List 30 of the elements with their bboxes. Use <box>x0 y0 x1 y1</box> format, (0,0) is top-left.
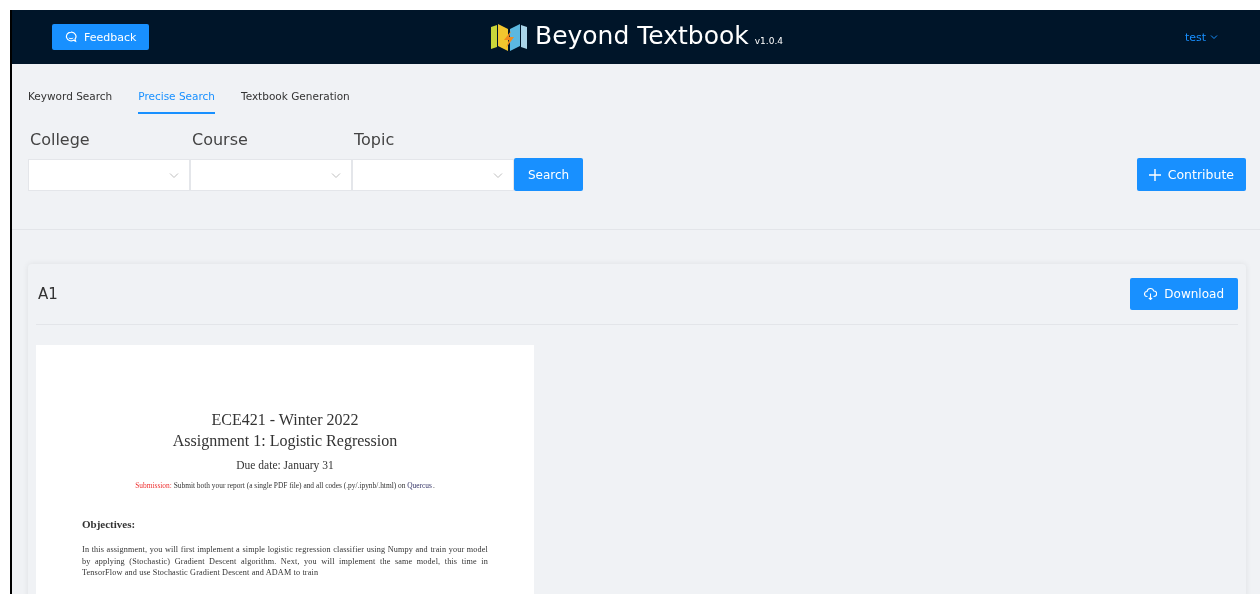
due-date: Due date: January 31 <box>235 459 335 471</box>
plus-icon <box>1148 168 1161 181</box>
dropdown-field[interactable] <box>352 159 514 191</box>
filter-label: Course <box>191 130 249 151</box>
search-button[interactable]: Search <box>514 158 584 191</box>
chevron-down-icon <box>493 171 503 179</box>
tab[interactable]: Precise Search <box>138 90 215 114</box>
section-heading: Objectives: <box>81 518 137 530</box>
dropdown-field[interactable] <box>28 159 190 191</box>
document-title: ECE421 - Winter 2022 <box>210 410 360 430</box>
chevron-down-icon <box>1210 34 1218 40</box>
paragraph: In this assignment, you will first implement a simple logistic regression classifier using Numpy and train your model by applying (Stochastic) Gradient Descent algorithm. Next, you will implement the same model, this time in TensorFlow and use Stochastic Gradient Descent and ADAM to train <box>81 544 489 579</box>
user-menu[interactable]: test <box>1184 30 1218 44</box>
feedback-button[interactable]: Feedback <box>52 24 150 50</box>
chevron-down-icon <box>169 171 179 179</box>
tab[interactable]: Keyword Search <box>28 90 113 114</box>
chat-bubble-icon <box>65 31 77 43</box>
download-button[interactable]: Download <box>1130 278 1238 310</box>
version-label: v1.0.4 <box>754 36 783 46</box>
tab[interactable]: Textbook Generation <box>241 90 350 114</box>
document-subtitle: Assignment 1: Logistic Regression <box>171 431 399 451</box>
filter-label: Topic <box>353 130 396 151</box>
cloud-download-icon <box>1144 288 1158 300</box>
card-title: A1 <box>37 285 58 303</box>
book-logo-icon <box>489 21 529 53</box>
app-title: Beyond Textbook <box>535 21 749 50</box>
filter-label: College <box>29 130 91 151</box>
chevron-down-icon <box>331 171 341 179</box>
contribute-button[interactable]: Contribute <box>1136 158 1246 191</box>
dropdown-field[interactable] <box>190 159 352 191</box>
